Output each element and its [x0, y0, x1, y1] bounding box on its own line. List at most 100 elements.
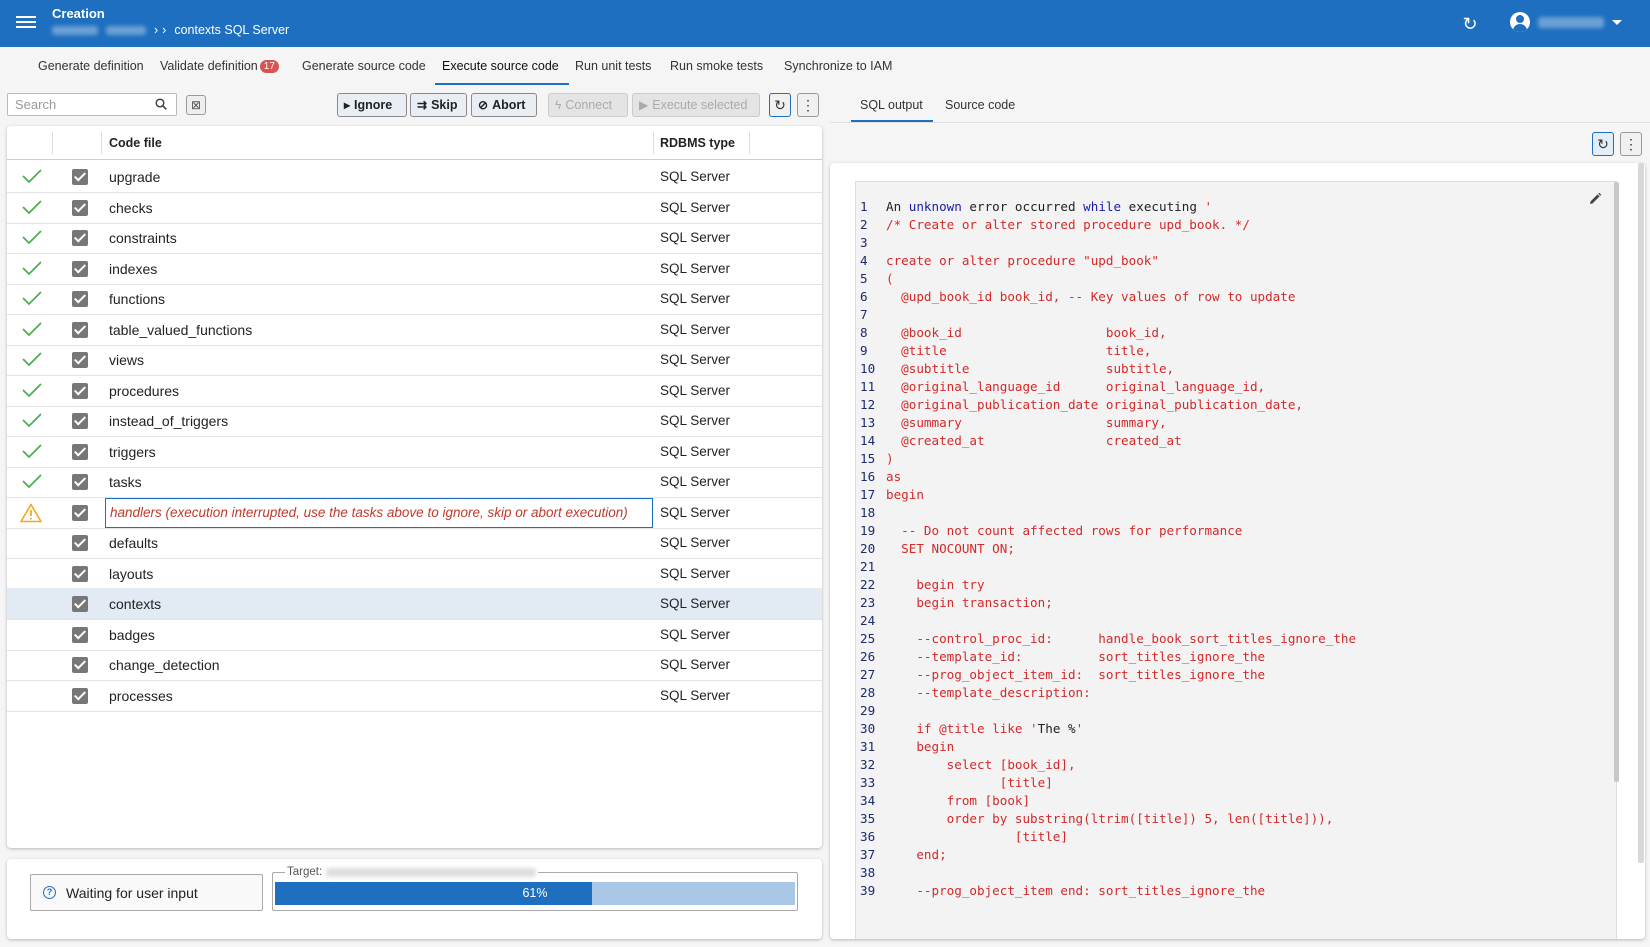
sql-output-code[interactable]: 1 An unknown error occurred while executi…: [855, 181, 1617, 939]
search-box: [7, 93, 177, 116]
row-checkbox[interactable]: [72, 260, 88, 277]
code-file-name: instead_of_triggers: [109, 413, 229, 429]
code-file-name: table_valued_functions: [109, 321, 253, 338]
caret-down-icon: [1612, 19, 1622, 25]
row-checkbox[interactable]: [72, 382, 88, 399]
row-checkbox[interactable]: [72, 230, 88, 246]
table-row[interactable]: procedures SQL Server: [7, 375, 822, 407]
row-checkbox[interactable]: [72, 352, 88, 368]
output-more-options-button[interactable]: ⋮: [1620, 132, 1642, 156]
table-row[interactable]: upgrade SQL Server: [7, 161, 822, 193]
row-checkbox[interactable]: [72, 565, 88, 582]
tab-synchronize-to-iam[interactable]: Synchronize to IAM: [784, 59, 892, 73]
row-checkbox[interactable]: [72, 321, 88, 338]
row-checkbox[interactable]: [72, 596, 88, 612]
table-row[interactable]: badges SQL Server: [7, 619, 822, 651]
tab-sql-output[interactable]: SQL output: [860, 98, 923, 112]
connect-button[interactable]: ϟ Connect: [548, 93, 628, 117]
line-number: 25: [860, 631, 876, 646]
line-number: 37: [860, 847, 876, 862]
play-box-icon: ▸: [344, 98, 351, 112]
status-indicator: ? Waiting for user input: [30, 874, 263, 911]
table-row[interactable]: instead_of_triggers SQL Server: [7, 405, 822, 437]
code-file-name: constraints: [109, 230, 177, 246]
more-options-button[interactable]: ⋮: [797, 93, 819, 117]
code-scrollbar[interactable]: [1614, 182, 1619, 782]
table-row[interactable]: contexts SQL Server: [7, 588, 822, 620]
refresh-icon[interactable]: ↻: [1459, 13, 1481, 35]
panel-scrollbar[interactable]: [1638, 163, 1644, 863]
refresh-button[interactable]: ↻: [769, 93, 791, 117]
table-row[interactable]: views SQL Server: [7, 344, 822, 376]
code-file-name: layouts: [109, 565, 154, 582]
search-input[interactable]: [8, 94, 143, 115]
line-number: 23: [860, 595, 876, 610]
rdbms-type: SQL Server: [660, 657, 731, 672]
abort-button[interactable]: ⊘ Abort: [471, 93, 537, 117]
table-row[interactable]: triggers SQL Server: [7, 436, 822, 468]
line-number: 10: [860, 361, 876, 376]
tab-generate-source-code[interactable]: Generate source code: [302, 59, 426, 73]
tab-generate-definition[interactable]: Generate definition: [38, 59, 144, 73]
row-checkbox[interactable]: [72, 504, 88, 521]
rdbms-type: SQL Server: [660, 535, 731, 550]
row-checkbox[interactable]: [72, 687, 88, 704]
code-line: 33 [title]: [856, 773, 1596, 792]
table-row[interactable]: layouts SQL Server: [7, 558, 822, 590]
table-row[interactable]: defaults SQL Server: [7, 527, 822, 559]
table-row[interactable]: change_detection SQL Server: [7, 649, 822, 681]
table-row[interactable]: tasks SQL Server: [7, 466, 822, 498]
tab-run-smoke-tests[interactable]: Run smoke tests: [670, 59, 763, 73]
account-icon: [1510, 12, 1530, 32]
execute-selected-button[interactable]: ▶ Execute selected: [632, 93, 760, 117]
row-checkbox[interactable]: [72, 291, 88, 307]
skip-button[interactable]: ⇉ Skip: [410, 93, 467, 117]
tab-run-unit-tests[interactable]: Run unit tests: [575, 59, 651, 73]
table-row[interactable]: handlers (execution interrupted, use the…: [7, 497, 822, 529]
code-text: select [book_id],: [886, 757, 1076, 772]
code-line: 30 if @title like 'The %': [856, 719, 1596, 738]
row-checkbox[interactable]: [72, 413, 88, 429]
tab-source-code[interactable]: Source code: [945, 98, 1015, 112]
rdbms-type: SQL Server: [660, 169, 731, 184]
table-row[interactable]: functions SQL Server: [7, 283, 822, 315]
code-file-name: functions: [109, 291, 166, 307]
row-checkbox[interactable]: [72, 535, 88, 551]
clear-filter-button[interactable]: ⊠: [186, 95, 206, 115]
code-text: from [book]: [886, 793, 1031, 808]
table-row[interactable]: indexes SQL Server: [7, 253, 822, 285]
code-line: 11 @original_language_id original_langua…: [856, 377, 1596, 396]
rdbms-type: SQL Server: [660, 504, 731, 520]
menu-icon[interactable]: [16, 13, 36, 33]
execution-status-panel: ? Waiting for user input Target: 61%: [7, 859, 822, 939]
table-row[interactable]: processes SQL Server: [7, 680, 822, 712]
row-checkbox[interactable]: [72, 199, 88, 216]
rdbms-type: SQL Server: [660, 382, 731, 398]
row-checkbox[interactable]: [72, 474, 88, 490]
refresh-output-button[interactable]: ↻: [1592, 132, 1614, 156]
column-header-rdbms-type[interactable]: RDBMS type: [660, 136, 735, 150]
ignore-button[interactable]: ▸ Ignore: [337, 93, 407, 117]
row-checkbox[interactable]: [72, 657, 88, 673]
search-icon[interactable]: [155, 98, 167, 110]
tab-validate-definition[interactable]: Validate definition 17: [160, 59, 279, 73]
row-checkbox[interactable]: [72, 443, 88, 460]
table-row[interactable]: constraints SQL Server: [7, 222, 822, 254]
table-row[interactable]: checks SQL Server: [7, 192, 822, 224]
check-icon: [22, 230, 42, 245]
code-text: create or alter procedure "upd_book": [886, 253, 1159, 268]
code-text: @book_id book_id,: [886, 325, 1167, 340]
warning-icon: [20, 503, 42, 522]
line-number: 19: [860, 523, 876, 538]
code-text: An unknown error occurred while executin…: [886, 199, 1213, 214]
code-line: 13 @summary summary,: [856, 413, 1596, 432]
tab-execute-source-code[interactable]: Execute source code: [442, 59, 559, 73]
row-checkbox[interactable]: [72, 626, 88, 643]
breadcrumb-item-blurred[interactable]: [106, 25, 146, 35]
user-menu[interactable]: [1510, 12, 1622, 32]
breadcrumb-item-blurred[interactable]: [52, 25, 98, 35]
column-header-code-file[interactable]: Code file: [109, 136, 162, 150]
progress-bar: 61%: [275, 882, 795, 905]
row-checkbox[interactable]: [72, 169, 88, 185]
table-row[interactable]: table_valued_functions SQL Server: [7, 314, 822, 346]
